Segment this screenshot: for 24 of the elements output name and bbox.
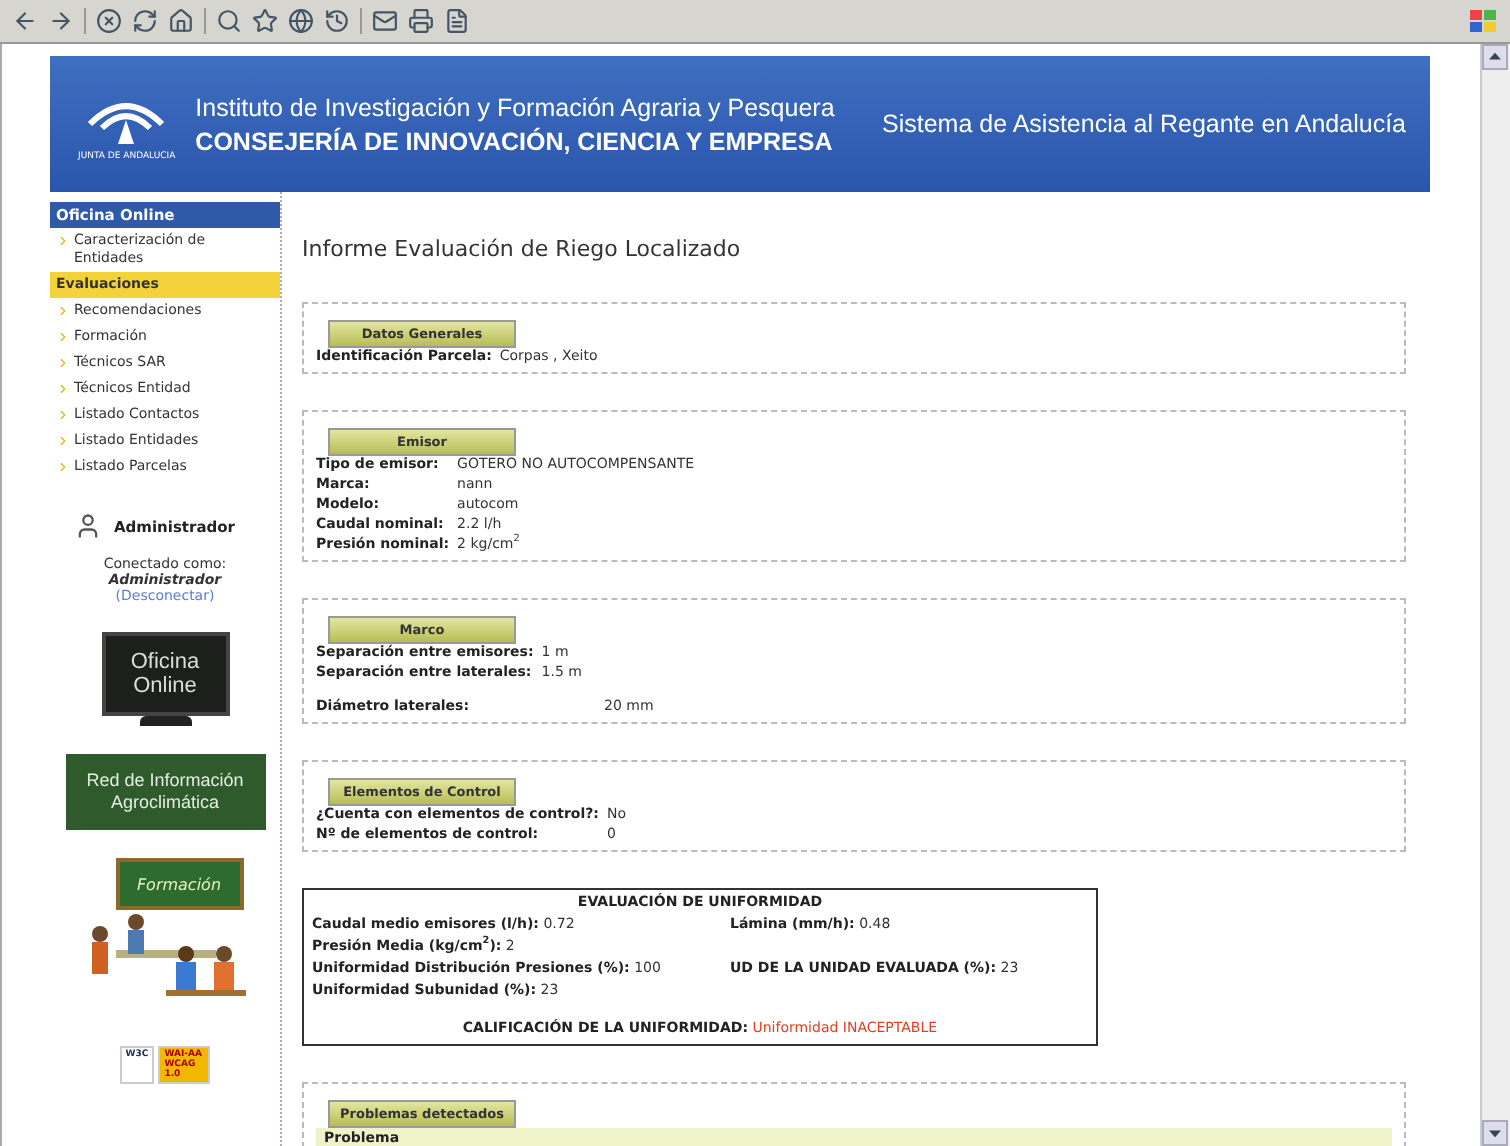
back-icon[interactable] bbox=[12, 8, 38, 34]
user-icon bbox=[74, 512, 102, 540]
print-icon[interactable] bbox=[408, 8, 434, 34]
chevron-icon bbox=[56, 234, 70, 248]
mail-icon[interactable] bbox=[372, 8, 398, 34]
scroll-down-icon[interactable] bbox=[1482, 1120, 1508, 1146]
scrollbar[interactable] bbox=[1480, 44, 1510, 1146]
scroll-up-icon[interactable] bbox=[1482, 44, 1508, 70]
ministry-name: CONSEJERÍA DE INNOVACIÓN, CIENCIA Y EMPRESA bbox=[195, 127, 835, 155]
page-title: Informe Evaluación de Riego Localizado bbox=[302, 236, 743, 262]
history-icon[interactable] bbox=[324, 8, 350, 34]
document-icon[interactable] bbox=[444, 8, 470, 34]
search-icon[interactable] bbox=[216, 8, 242, 34]
system-title: Sistema de Asistencia al Regante en Andalucía bbox=[882, 110, 1406, 138]
institute-name: Instituto de Investigación y Formación Agraria y Pesquera bbox=[195, 93, 837, 121]
classroom-banner[interactable]: Formación bbox=[75, 858, 255, 1018]
forward-icon[interactable] bbox=[48, 8, 74, 34]
home-icon[interactable] bbox=[168, 8, 194, 34]
info-banner[interactable]: Red de Información Agroclimática bbox=[65, 754, 265, 830]
windows-logo-icon bbox=[1470, 9, 1498, 33]
globe-icon[interactable] bbox=[288, 8, 314, 34]
favorites-icon[interactable] bbox=[252, 8, 278, 34]
stop-icon[interactable] bbox=[96, 8, 122, 34]
refresh-icon[interactable] bbox=[132, 8, 158, 34]
